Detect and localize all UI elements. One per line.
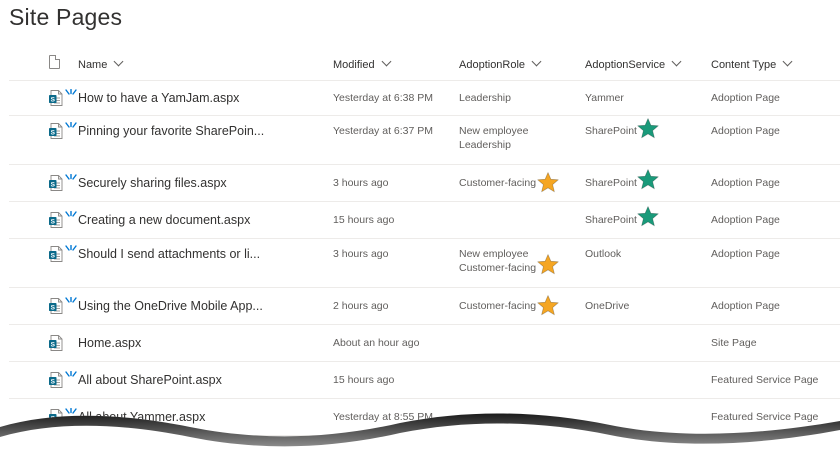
sharepoint-page-icon: S [49, 372, 63, 388]
adoption-role-value: Customer-facing [459, 300, 537, 312]
star-icon [636, 205, 660, 228]
file-name-link[interactable]: Using the OneDrive Mobile App... [78, 299, 263, 313]
list-row[interactable]: S Should I send attachments or li... 3 hou… [9, 238, 840, 288]
adoption-service-cell: SharePoint [585, 125, 637, 137]
file-name-link[interactable]: All about SharePoint.aspx [78, 373, 222, 387]
sharepoint-page-icon: S [49, 246, 63, 262]
document-list: Name Modified AdoptionRole AdoptionServi… [0, 46, 840, 436]
new-item-icon [64, 208, 78, 218]
modified-cell: 15 hours ago [333, 374, 395, 386]
star-icon [636, 168, 660, 191]
chevron-down-icon [113, 56, 124, 67]
file-name-link[interactable]: Home.aspx [78, 336, 141, 350]
adoption-service-cell: SharePoint [585, 177, 637, 189]
new-item-icon [64, 368, 78, 378]
list-row[interactable]: S Securely sharing files.aspx 3 hours ago C… [9, 164, 840, 202]
page-title: Site Pages [9, 4, 123, 30]
adoption-service-cell: Yammer [585, 92, 624, 104]
list-row[interactable]: S Pinning your favorite SharePoin... Yeste… [9, 115, 840, 165]
svg-text:S: S [51, 342, 56, 349]
content-type-cell: Adoption Page [711, 177, 780, 189]
content-type-cell: Featured Service Page [711, 374, 819, 386]
svg-text:S: S [51, 379, 56, 386]
column-header-name[interactable]: Name [78, 56, 124, 71]
file-name-link[interactable]: Pinning your favorite SharePoin... [78, 124, 264, 138]
content-type-cell: Adoption Page [711, 92, 780, 104]
new-item-icon [64, 119, 78, 129]
column-header-adoption-role-label: AdoptionRole [459, 59, 526, 71]
modified-cell: 15 hours ago [333, 214, 395, 226]
sharepoint-page-icon: S [49, 175, 63, 191]
svg-text:S: S [51, 253, 56, 260]
column-header-content-type[interactable]: Content Type [711, 56, 793, 71]
content-type-cell: Adoption Page [711, 300, 780, 312]
modified-cell: About an hour ago [333, 337, 420, 349]
adoption-role-value: New employee [459, 248, 529, 260]
svg-text:S: S [51, 219, 56, 226]
chevron-down-icon [531, 56, 542, 67]
list-row[interactable]: S Creating a new document.aspx 15 hours ag… [9, 201, 840, 239]
column-header-adoption-service-label: AdoptionService [585, 59, 666, 71]
modified-cell: Yesterday at 6:37 PM [333, 125, 434, 137]
adoption-role-cell: Customer-facing [459, 176, 536, 190]
svg-text:S: S [51, 130, 56, 137]
file-type-icon[interactable] [49, 55, 60, 69]
adoption-role-value: Leadership [459, 139, 511, 151]
svg-text:S: S [51, 305, 56, 312]
torn-edge [0, 413, 840, 469]
sharepoint-page-icon: S [49, 123, 63, 139]
new-item-icon [64, 86, 78, 96]
list-header: Name Modified AdoptionRole AdoptionServi… [9, 46, 840, 81]
chevron-down-icon [381, 56, 392, 67]
chevron-down-icon [671, 56, 682, 67]
column-header-modified[interactable]: Modified [333, 56, 392, 71]
content-type-cell: Adoption Page [711, 214, 780, 226]
modified-cell: 3 hours ago [333, 248, 389, 260]
star-icon [536, 171, 560, 194]
adoption-role-value: New employee [459, 125, 529, 137]
new-item-icon [64, 242, 78, 252]
adoption-service-cell: SharePoint [585, 214, 637, 226]
modified-cell: 2 hours ago [333, 300, 389, 312]
list-row[interactable]: S Home.aspx About an hour ago Site Page [9, 324, 840, 362]
star-icon [636, 117, 660, 140]
list-row[interactable]: S All about SharePoint.aspx 15 hours ago Fe… [9, 361, 840, 399]
sharepoint-page-icon: S [49, 90, 63, 106]
content-type-cell: Site Page [711, 337, 757, 349]
file-name-link[interactable]: Securely sharing files.aspx [78, 176, 227, 190]
adoption-role-cell: New employee Customer-facing [459, 247, 536, 275]
sharepoint-page-icon: S [49, 212, 63, 228]
file-name-link[interactable]: Should I send attachments or li... [78, 247, 260, 261]
adoption-role-value: Customer-facing [459, 177, 537, 189]
adoption-role-cell: New employee Leadership [459, 124, 528, 152]
new-item-icon [64, 171, 78, 181]
chevron-down-icon [782, 56, 793, 67]
list-row[interactable]: S Using the OneDrive Mobile App... 2 hours… [9, 287, 840, 325]
content-type-cell: Adoption Page [711, 248, 780, 260]
adoption-role-cell: Customer-facing [459, 299, 536, 313]
column-header-modified-label: Modified [333, 59, 375, 71]
file-name-link[interactable]: Creating a new document.aspx [78, 213, 250, 227]
column-header-name-label: Name [78, 59, 108, 71]
column-header-adoption-service[interactable]: AdoptionService [585, 56, 682, 71]
new-item-icon [64, 294, 78, 304]
modified-cell: 3 hours ago [333, 177, 389, 189]
star-icon [536, 253, 560, 276]
svg-text:S: S [51, 97, 56, 104]
adoption-role-value: Customer-facing [459, 262, 537, 274]
column-header-adoption-role[interactable]: AdoptionRole [459, 56, 542, 71]
adoption-role-cell: Leadership [459, 91, 511, 105]
column-header-content-type-label: Content Type [711, 59, 777, 71]
star-icon [536, 294, 560, 317]
adoption-service-cell: Outlook [585, 248, 622, 260]
content-type-cell: Adoption Page [711, 125, 780, 137]
svg-text:S: S [51, 182, 56, 189]
adoption-service-cell: OneDrive [585, 300, 630, 312]
sharepoint-page-icon: S [49, 298, 63, 314]
file-name-link[interactable]: How to have a YamJam.aspx [78, 91, 239, 105]
list-row[interactable]: S How to have a YamJam.aspx Yesterday at 6… [9, 80, 840, 116]
modified-cell: Yesterday at 6:38 PM [333, 92, 434, 104]
adoption-role-value: Leadership [459, 92, 511, 104]
sharepoint-page-icon: S [49, 335, 63, 351]
